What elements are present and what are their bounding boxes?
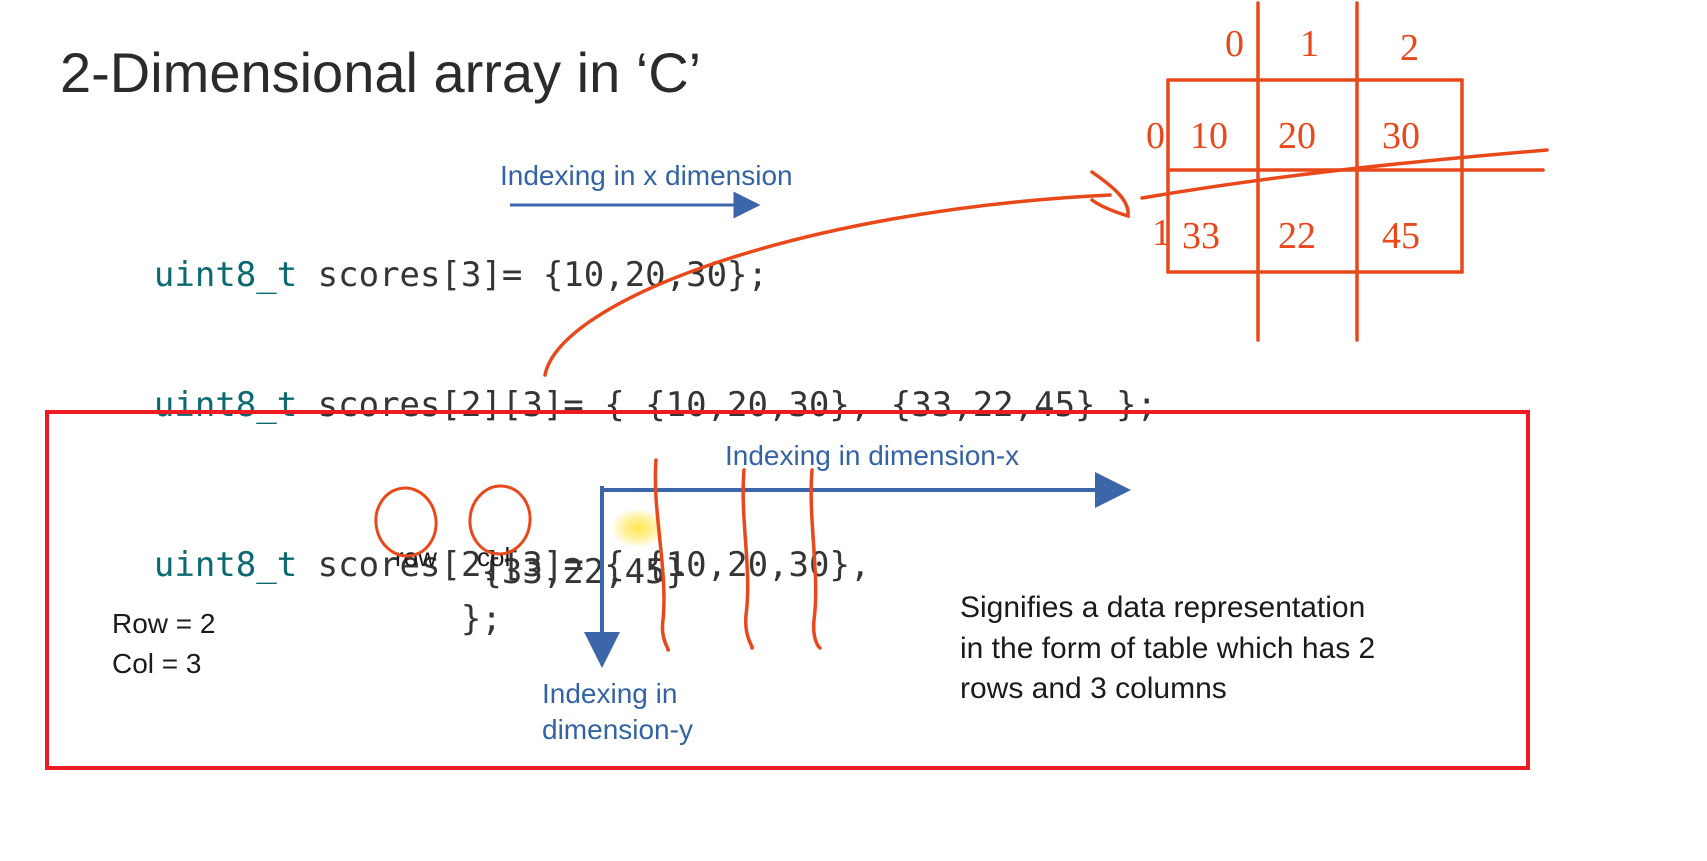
grid-col-1: 1 — [1300, 23, 1319, 65]
grid-cell-0-0: 10 — [1190, 115, 1228, 157]
row-label: row — [395, 542, 437, 573]
code-text: scores[2][3]= { {10,20,30}, {33,22,45} }… — [297, 385, 1157, 425]
description-paragraph: Signifies a data representation in the f… — [960, 588, 1390, 710]
grid-row-1: 1 — [1152, 212, 1171, 254]
code-line-3b: {33,22,45} — [72, 552, 686, 592]
grid-col-0: 0 — [1225, 23, 1244, 65]
col-equals: Col = 3 — [112, 648, 202, 680]
grid-cell-0-1: 20 — [1278, 115, 1316, 157]
keyword: uint8_t — [154, 385, 297, 425]
indexing-x-top-label: Indexing in x dimension — [500, 160, 793, 192]
grid-cell-1-0: 33 — [1182, 215, 1220, 257]
grid-row-0: 0 — [1146, 115, 1165, 157]
grid-cell-1-2: 45 — [1382, 215, 1420, 257]
indexing-y-label-2: dimension-y — [542, 714, 693, 746]
row-equals: Row = 2 — [112, 608, 216, 640]
slide-root: 2-Dimensional array in ‘C’ Indexing in x… — [0, 0, 1707, 861]
grid-labels: 0 1 2 0 1 10 20 30 33 22 45 — [1146, 23, 1420, 257]
indexing-y-label-1: Indexing in — [542, 678, 677, 710]
grid-col-2: 2 — [1400, 27, 1419, 69]
page-title: 2-Dimensional array in ‘C’ — [60, 40, 701, 105]
grid-cell-0-2: 30 — [1382, 115, 1420, 157]
code-line-1: uint8_t scores[3]= {10,20,30}; — [72, 215, 768, 335]
indexing-x-label: Indexing in dimension-x — [725, 440, 1019, 472]
hand-drawn-grid — [1142, 3, 1547, 340]
grid-cell-1-1: 22 — [1278, 215, 1316, 257]
arrow-to-grid-head — [1092, 172, 1128, 216]
col-label: col — [477, 542, 510, 573]
code-text: scores[3]= {10,20,30}; — [297, 255, 768, 295]
keyword: uint8_t — [154, 255, 297, 295]
